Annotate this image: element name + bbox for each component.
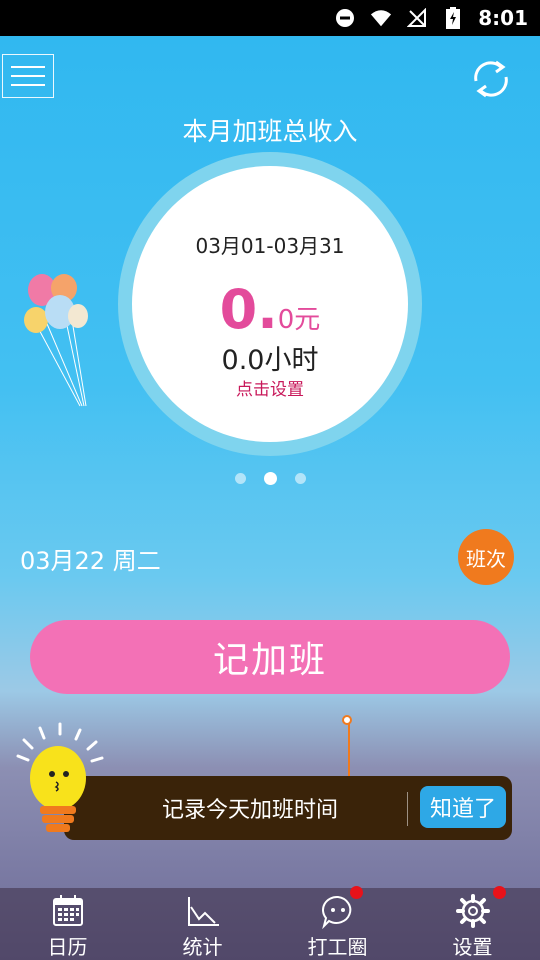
income-amount: 0.0元 <box>132 278 408 341</box>
tab-settings[interactable]: 设置 <box>405 886 540 960</box>
tip-divider <box>407 792 408 826</box>
gear-icon <box>455 893 491 929</box>
amount-integer: 0 <box>219 278 258 341</box>
amount-decimal: 0元 <box>277 305 321 335</box>
lightbulb-icon <box>10 718 110 840</box>
status-bar: 8:01 <box>0 0 540 36</box>
tab-calendar-label: 日历 <box>47 935 88 959</box>
date-range: 03月01-03月31 <box>195 234 345 258</box>
hamburger-menu-icon[interactable] <box>2 54 54 98</box>
settings-badge <box>493 886 506 899</box>
tip-text: 记录今天加班时间 <box>161 798 338 823</box>
set-wage-link[interactable]: 点击设置 <box>132 375 408 400</box>
calendar-icon <box>50 893 86 929</box>
shift-button[interactable]: 班次 <box>458 529 514 585</box>
tab-community-label: 打工圈 <box>307 935 368 959</box>
page-dot-2[interactable] <box>263 472 277 485</box>
chat-bubble-icon <box>320 893 356 930</box>
wifi-icon <box>370 7 392 29</box>
page-dot-3[interactable] <box>294 473 306 484</box>
status-time: 8:01 <box>478 6 528 30</box>
record-overtime-button[interactable]: 记加班 <box>30 620 510 694</box>
page-title: 本月加班总收入 <box>182 117 358 146</box>
tip-pointer-dot <box>342 715 352 725</box>
tab-statistics-label: 统计 <box>182 935 223 959</box>
balloons-decoration <box>22 272 102 412</box>
tab-community[interactable]: 打工圈 <box>270 886 405 960</box>
community-badge <box>350 886 363 899</box>
battery-charging-icon <box>442 7 464 29</box>
page-indicator <box>0 472 540 485</box>
no-signal-icon <box>406 7 428 29</box>
chart-icon <box>185 893 221 929</box>
do-not-disturb-icon <box>334 7 356 29</box>
amount-dot: . <box>257 278 278 341</box>
overtime-hours: 0.0小时 <box>221 345 319 376</box>
refresh-icon[interactable] <box>468 56 514 102</box>
current-date: 03月22 周二 <box>20 547 161 575</box>
tab-calendar[interactable]: 日历 <box>0 888 135 960</box>
tab-settings-label: 设置 <box>452 935 493 959</box>
tip-pointer-line <box>348 722 350 776</box>
tab-statistics[interactable]: 统计 <box>135 888 270 960</box>
got-it-button[interactable]: 知道了 <box>420 786 506 828</box>
page-dot-1[interactable] <box>234 473 246 484</box>
bottom-tab-bar: 日历 统计 打工圈 设置 <box>0 886 540 960</box>
